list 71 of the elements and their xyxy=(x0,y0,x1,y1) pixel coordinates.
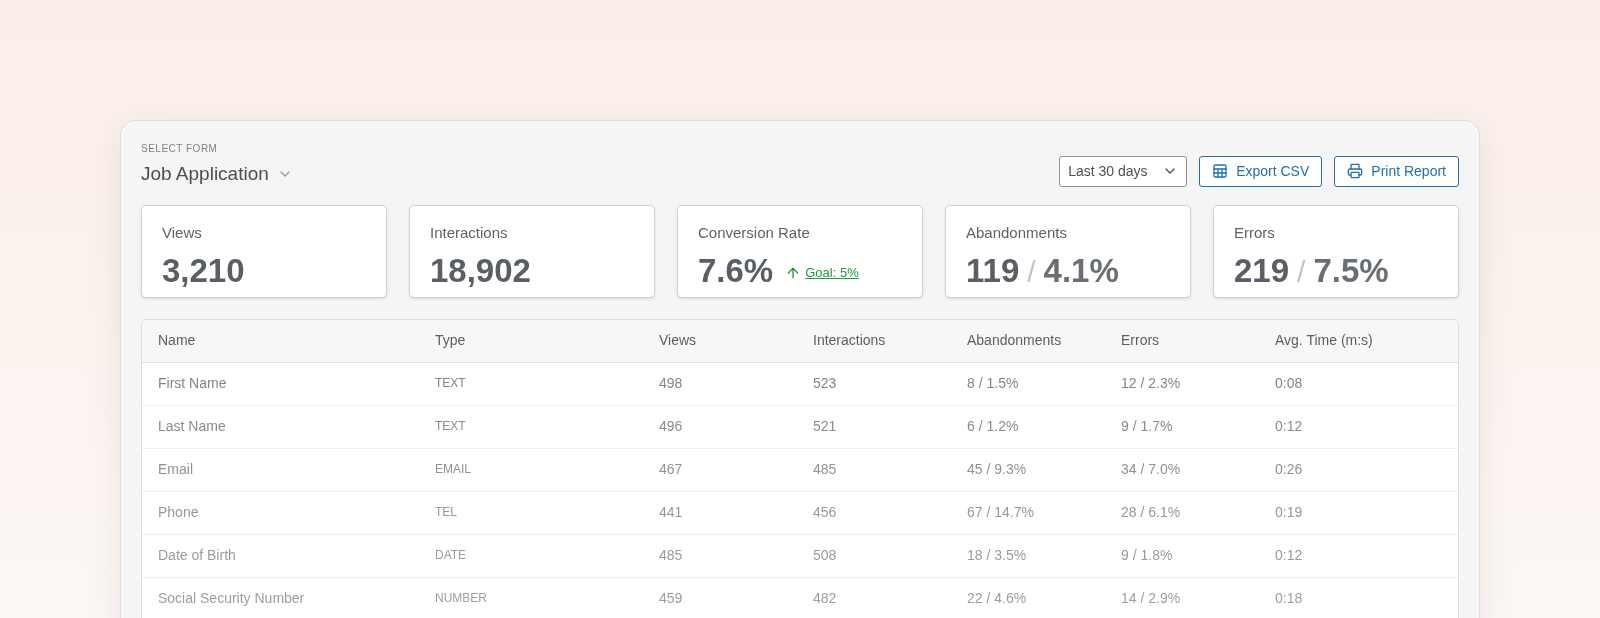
field-type: DATE xyxy=(435,546,468,564)
date-range-select[interactable]: Last 30 days xyxy=(1059,155,1188,187)
column-header: Avg. Time (m:s) xyxy=(1275,331,1374,350)
table-cell-text: 9 / 1.8% xyxy=(1121,546,1174,565)
metric-label: Views xyxy=(162,222,203,243)
table-cell-text: 0:08 xyxy=(1275,374,1304,393)
table-cell-text: Phone xyxy=(158,503,200,522)
table-cell-text: 6 / 1.2% xyxy=(967,417,1020,436)
metric-label: Conversion Rate xyxy=(698,222,811,243)
column-header: Abandonments xyxy=(967,331,1063,350)
table-cell-text: 482 xyxy=(813,589,838,608)
table-cell-text: 34 / 7.0% xyxy=(1121,460,1182,479)
table-cell-text: 28 / 6.1% xyxy=(1121,503,1182,522)
table-cell-text: 456 xyxy=(813,503,838,522)
table-icon xyxy=(1212,163,1229,179)
metric-percent: 4.1% xyxy=(1043,251,1119,291)
column-header: Name xyxy=(158,331,197,350)
table-cell-text: 18 / 3.5% xyxy=(967,546,1028,565)
table-cell-text: 467 xyxy=(659,460,684,479)
table-cell-text: 14 / 2.9% xyxy=(1121,589,1182,608)
table-cell-text: Date of Birth xyxy=(158,546,237,565)
table-cell-text: 459 xyxy=(659,589,684,608)
metric-value: 3,210 xyxy=(162,251,245,291)
table-cell-text: First Name xyxy=(158,374,228,393)
table-cell-text: 9 / 1.7% xyxy=(1121,417,1174,436)
metric-percent: 7.5% xyxy=(1313,251,1389,291)
column-header: Interactions xyxy=(813,331,887,350)
table-cell-text: Email xyxy=(158,460,194,479)
field-type: NUMBER xyxy=(435,589,488,607)
field-type: EMAIL xyxy=(435,460,472,478)
table-cell-text: Last Name xyxy=(158,417,227,436)
table-cell-text: 67 / 14.7% xyxy=(967,503,1035,522)
metric-label: Abandonments xyxy=(966,222,1068,243)
metric-value: 18,902 xyxy=(430,251,531,291)
table-cell-text: 0:12 xyxy=(1275,417,1304,436)
select-form-label: SELECT FORM xyxy=(141,142,219,156)
metric-label: Interactions xyxy=(430,222,509,243)
table-cell-text: 521 xyxy=(813,417,838,436)
table-cell-text: 485 xyxy=(659,546,684,565)
table-cell-text: 496 xyxy=(659,417,684,436)
table-cell-text: 22 / 4.6% xyxy=(967,589,1028,608)
print-report-button[interactable]: Print Report xyxy=(1334,155,1459,187)
print-icon xyxy=(1347,163,1364,179)
export-csv-button[interactable]: Export CSV xyxy=(1199,155,1323,187)
table-cell-text: 8 / 1.5% xyxy=(967,374,1020,393)
metric-label: Errors xyxy=(1234,222,1276,243)
table-cell-text: 441 xyxy=(659,503,684,522)
table-cell-text: 485 xyxy=(813,460,838,479)
metric-value: 119 xyxy=(966,251,1020,291)
metric-value: 7.6% xyxy=(698,251,774,291)
table-cell-text: Social Security Number xyxy=(158,589,306,608)
table-cell-text: 0:19 xyxy=(1275,503,1304,522)
form-selector[interactable]: Job Application xyxy=(141,160,293,189)
table-cell-text: 45 / 9.3% xyxy=(967,460,1028,479)
table-cell-text: 0:12 xyxy=(1275,546,1304,565)
table-cell-text: 0:26 xyxy=(1275,460,1304,479)
separator: / xyxy=(1027,254,1036,290)
separator: / xyxy=(1297,254,1306,290)
column-header: Type xyxy=(435,331,467,350)
table-cell-text: 0:18 xyxy=(1275,589,1304,608)
goal-link[interactable]: Goal: 5% xyxy=(805,263,859,283)
metric-value: 219 xyxy=(1234,251,1290,291)
field-type: TEXT xyxy=(435,374,467,392)
table-cell-text: 12 / 2.3% xyxy=(1121,374,1182,393)
column-header: Errors xyxy=(1121,331,1161,350)
table-cell-text: 508 xyxy=(813,546,838,565)
table-cell-text: 523 xyxy=(813,374,838,393)
field-type: TEXT xyxy=(435,417,467,435)
column-header: Views xyxy=(659,331,698,350)
field-type: TEL xyxy=(435,503,458,521)
table-cell-text: 498 xyxy=(659,374,684,393)
